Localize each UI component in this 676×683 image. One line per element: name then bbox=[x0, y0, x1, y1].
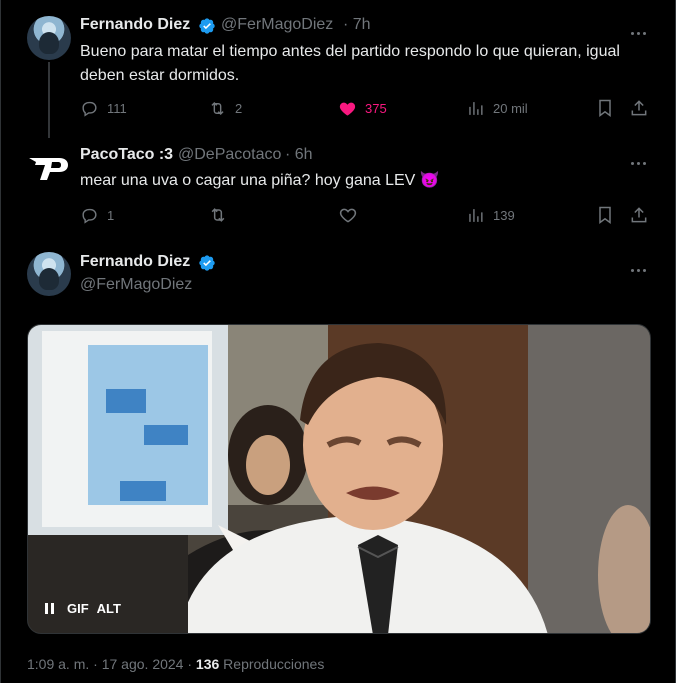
meta-separator: · bbox=[187, 656, 193, 672]
author-handle[interactable]: @FerMagoDiez bbox=[80, 276, 192, 294]
meta-separator: · bbox=[93, 656, 98, 672]
verified-badge-icon bbox=[199, 18, 215, 34]
tweet-time[interactable]: · 6h bbox=[285, 146, 313, 164]
pause-icon[interactable] bbox=[39, 598, 59, 618]
alt-badge[interactable]: ALT bbox=[97, 601, 121, 616]
reply-count: 111 bbox=[107, 100, 127, 116]
author-name[interactable]: Fernando Diez bbox=[80, 253, 190, 271]
share-icon[interactable] bbox=[629, 98, 649, 118]
author-name[interactable]: Fernando Diez bbox=[80, 16, 190, 34]
like-count: 375 bbox=[365, 100, 387, 116]
retweet-button[interactable]: 2 bbox=[208, 98, 242, 118]
gif-media[interactable] bbox=[27, 324, 651, 634]
reply-icon bbox=[82, 208, 97, 224]
tweet-timestamp[interactable]: 1:09 a. m. bbox=[27, 656, 89, 672]
views-chart-icon bbox=[469, 101, 483, 115]
thread-line bbox=[48, 62, 50, 138]
author-handle[interactable]: @DePacotaco bbox=[178, 146, 281, 164]
retweet-icon[interactable] bbox=[208, 205, 228, 225]
tweet-date[interactable]: 17 ago. 2024 bbox=[102, 656, 184, 672]
views-button[interactable]: 139 bbox=[466, 205, 515, 225]
more-options-icon[interactable] bbox=[631, 259, 651, 272]
views-count: 136 bbox=[195, 656, 220, 672]
heart-icon[interactable] bbox=[338, 205, 358, 225]
avatar[interactable] bbox=[27, 146, 71, 190]
tweet-text: Bueno para matar el tiempo antes del par… bbox=[80, 43, 620, 84]
pacotaco-logo-icon bbox=[29, 158, 68, 180]
reply-icon bbox=[82, 101, 97, 117]
views-count: 20 mil bbox=[493, 100, 528, 116]
heart-filled-icon bbox=[339, 102, 356, 116]
tweet-text: mear una uva o cagar una piña? hoy gana … bbox=[80, 172, 440, 189]
media-controls: GIF ALT bbox=[39, 598, 121, 618]
avatar[interactable] bbox=[27, 16, 71, 60]
tweet-time[interactable]: · 7h bbox=[343, 16, 371, 34]
share-icon[interactable] bbox=[629, 205, 649, 225]
more-options-icon[interactable] bbox=[631, 152, 651, 165]
verified-badge-icon bbox=[199, 255, 215, 271]
retweet-count: 2 bbox=[235, 100, 243, 116]
gif-badge: GIF bbox=[67, 600, 89, 616]
like-button[interactable]: 375 bbox=[338, 98, 387, 118]
reply-button[interactable]: 111 bbox=[80, 98, 127, 118]
bookmark-icon[interactable] bbox=[595, 205, 615, 225]
author-handle[interactable]: @FerMagoDiez bbox=[221, 16, 333, 34]
avatar[interactable] bbox=[27, 252, 71, 296]
author-name[interactable]: PacoTaco :3 bbox=[80, 146, 173, 164]
more-options-icon[interactable] bbox=[631, 22, 651, 35]
views-count: 139 bbox=[493, 207, 515, 223]
tweet-meta: 1:09 a. m. · 17 ago. 2024 · 136 Reproduc… bbox=[27, 656, 324, 672]
views-button[interactable]: 20 mil bbox=[466, 98, 528, 118]
gif-frame-image bbox=[28, 325, 650, 633]
tweet-thread: Fernando Diez @FerMagoDiez · 7h Bueno pa… bbox=[0, 0, 676, 683]
reply-button[interactable]: 1 bbox=[80, 205, 114, 225]
bookmark-icon[interactable] bbox=[595, 98, 615, 118]
retweet-icon bbox=[211, 101, 224, 115]
views-label: Reproducciones bbox=[223, 656, 325, 672]
reply-count: 1 bbox=[107, 207, 115, 223]
views-chart-icon bbox=[469, 208, 483, 222]
